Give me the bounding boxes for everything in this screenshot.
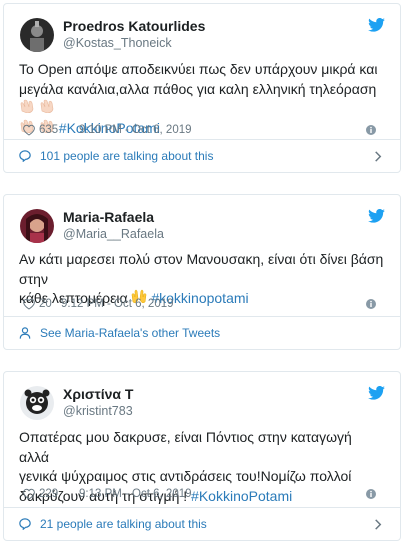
timestamp[interactable]: 9:10 PM - Oct 6, 2019 <box>79 122 192 138</box>
tweet-meta: 20 9:12 PM - Oct 6, 2019 <box>19 296 384 312</box>
speech-bubble-icon <box>19 150 31 162</box>
tweet-text-line: Αν κάτι μαρεσει πολύ στον Μανουσακη, είν… <box>19 251 384 287</box>
tweet-card[interactable]: Maria-Rafaela @Maria__Rafaela Αν κάτι μα… <box>3 194 401 350</box>
twitter-bird-icon[interactable] <box>368 209 385 223</box>
tweet-header: Maria-Rafaela @Maria__Rafaela <box>4 195 400 245</box>
tweet-card[interactable]: Χριστίνα Τ @kristint783 Οπατέρας μου δακ… <box>3 371 401 541</box>
heart-icon[interactable] <box>23 124 35 136</box>
tweet-header: Χριστίνα Τ @kristint783 <box>4 372 400 422</box>
twitter-bird-icon[interactable] <box>368 18 385 32</box>
conversation-link[interactable]: 101 people are talking about this <box>4 139 400 172</box>
display-name[interactable]: Χριστίνα Τ <box>63 385 133 403</box>
clapping-hands-emoji <box>19 99 55 119</box>
avatar[interactable] <box>20 386 54 420</box>
display-name[interactable]: Maria-Rafaela <box>63 208 164 226</box>
user-handle[interactable]: @kristint783 <box>63 403 133 419</box>
info-icon[interactable] <box>366 489 376 499</box>
tweet-meta: 229 9:13 PM - Oct 6, 2019 <box>19 486 384 502</box>
timestamp[interactable]: 9:13 PM - Oct 6, 2019 <box>79 486 192 502</box>
speech-bubble-icon <box>19 518 31 530</box>
like-count[interactable]: 229 <box>39 486 58 502</box>
display-name[interactable]: Proedros Katourlides <box>63 17 205 35</box>
avatar[interactable] <box>20 209 54 243</box>
twitter-bird-icon[interactable] <box>368 386 385 400</box>
person-icon <box>19 327 31 339</box>
tweet-text-line: μεγάλα κανάλια,αλλα πάθος για καλη ελλην… <box>19 80 377 97</box>
chevron-right-icon[interactable] <box>374 519 382 530</box>
footer-label[interactable]: 101 people are talking about this <box>40 140 213 172</box>
avatar[interactable] <box>20 18 54 52</box>
chevron-right-icon[interactable] <box>374 151 382 162</box>
footer-label[interactable]: See Maria-Rafaela's other Tweets <box>40 317 220 349</box>
like-count[interactable]: 20 <box>39 296 52 312</box>
profile-link[interactable]: See Maria-Rafaela's other Tweets <box>4 316 400 349</box>
tweet-header: Proedros Katourlides @Kostas_Thoneick <box>4 4 400 54</box>
tweet-text-line: Οπατέρας μου δακρυσε, είναι Πόντιος στην… <box>19 429 352 465</box>
tweet-text-line: γενικά ψύχραιμος στις αντιδράσεις του!Νο… <box>19 468 352 484</box>
tweet-meta: 635 9:10 PM - Oct 6, 2019 <box>19 122 384 138</box>
heart-icon[interactable] <box>23 298 35 310</box>
footer-label[interactable]: 21 people are talking about this <box>40 508 207 540</box>
tweet-text-line: Το Open απόψε αποδεικνύει πως δεν υπάρχο… <box>19 61 378 77</box>
timestamp[interactable]: 9:12 PM - Oct 6, 2019 <box>61 296 174 312</box>
info-icon[interactable] <box>366 299 376 309</box>
heart-icon[interactable] <box>23 488 35 500</box>
user-handle[interactable]: @Kostas_Thoneick <box>63 35 205 51</box>
like-count[interactable]: 635 <box>39 122 58 138</box>
info-icon[interactable] <box>366 125 376 135</box>
user-handle[interactable]: @Maria__Rafaela <box>63 226 164 242</box>
tweet-card[interactable]: Proedros Katourlides @Kostas_Thoneick Το… <box>3 3 401 173</box>
conversation-link[interactable]: 21 people are talking about this <box>4 507 400 540</box>
